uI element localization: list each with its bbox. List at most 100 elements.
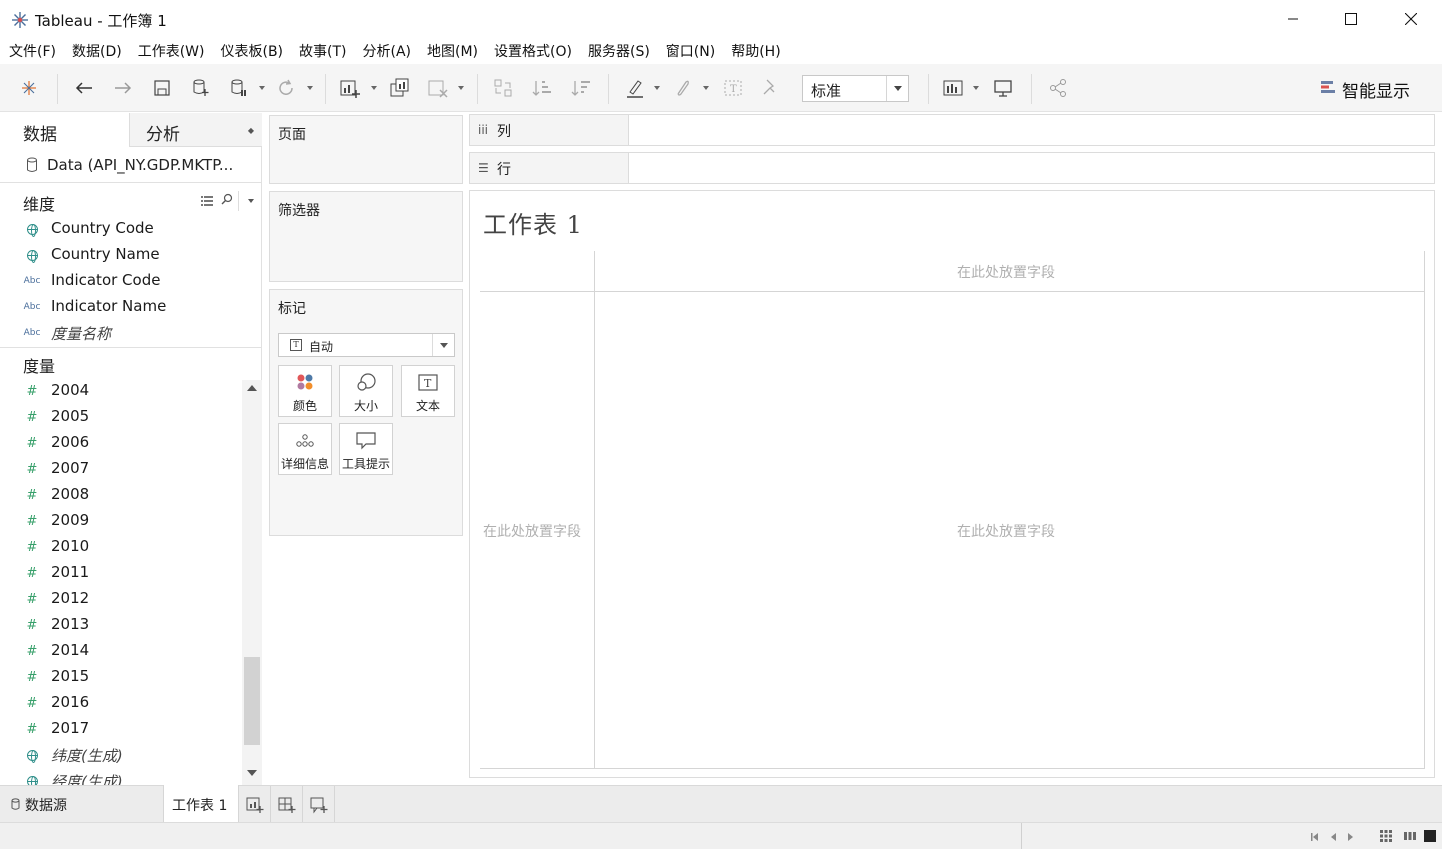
text-mark-icon: T <box>290 339 302 351</box>
rows-shelf-label: ☰ 行 <box>470 153 629 183</box>
sheet-sorter-icon[interactable] <box>1380 830 1392 846</box>
field-item[interactable]: #2004 <box>0 378 240 404</box>
save-icon[interactable] <box>150 76 174 100</box>
field-item[interactable]: #2008 <box>0 482 240 508</box>
menu-data[interactable]: 数据(D) <box>67 41 127 61</box>
menu-file[interactable]: 文件(F) <box>4 41 61 61</box>
tab-datasource[interactable]: 数据源 <box>0 786 164 823</box>
filmstrip-icon[interactable] <box>1404 830 1416 846</box>
measures-scrollbar[interactable] <box>242 380 262 785</box>
field-item[interactable]: #2011 <box>0 560 240 586</box>
sort-ascending-icon[interactable] <box>530 76 554 100</box>
fix-axes-icon[interactable] <box>758 76 782 100</box>
nav-next-icon[interactable] <box>1346 831 1356 846</box>
field-item[interactable]: #2014 <box>0 638 240 664</box>
number-icon: # <box>26 539 38 555</box>
svg-text:T: T <box>730 84 737 95</box>
new-datasource-icon[interactable] <box>189 76 213 100</box>
menu-dashboard[interactable]: 仪表板(B) <box>215 41 288 61</box>
field-name: 经度(生成) <box>51 773 123 785</box>
close-button[interactable] <box>1388 4 1434 34</box>
rows-shelf[interactable]: ☰ 行 <box>469 152 1435 184</box>
menu-map[interactable]: 地图(M) <box>422 41 483 61</box>
field-item[interactable]: #2015 <box>0 664 240 690</box>
show-cards-icon[interactable] <box>942 76 966 100</box>
share-icon[interactable] <box>1046 76 1070 100</box>
marks-card: 标记 T 自动 颜色 大小 T 文本 详细信息 工具提示 <box>269 289 463 536</box>
tableau-home-icon[interactable] <box>17 76 41 100</box>
field-item[interactable]: 经度(生成) <box>0 768 240 785</box>
field-name: 2016 <box>51 693 90 711</box>
scrollbar-thumb[interactable] <box>244 657 260 745</box>
tab-sheet-1[interactable]: 工作表 1 <box>163 785 239 823</box>
field-item[interactable]: #2017 <box>0 716 240 742</box>
undo-icon[interactable] <box>72 76 96 100</box>
new-dashboard-icon <box>278 797 295 813</box>
show-me-button[interactable]: 智能显示 <box>1320 78 1410 102</box>
text-button[interactable]: T 文本 <box>401 365 455 417</box>
color-button[interactable]: 颜色 <box>278 365 332 417</box>
menu-analysis[interactable]: 分析(A) <box>358 41 417 61</box>
menu-window[interactable]: 窗口(N) <box>661 41 720 61</box>
redo-icon[interactable] <box>111 76 135 100</box>
size-button[interactable]: 大小 <box>339 365 393 417</box>
number-icon: # <box>26 565 38 581</box>
drop-zone-columns[interactable]: 在此处放置字段 <box>957 262 1055 282</box>
pause-updates-icon[interactable] <box>227 76 251 100</box>
fit-dropdown[interactable]: 标准 <box>802 75 909 102</box>
presentation-mode-icon[interactable] <box>991 76 1015 100</box>
marks-type-dropdown[interactable]: T 自动 <box>278 333 455 357</box>
drop-zone-rows[interactable]: 在此处放置字段 <box>483 521 581 541</box>
highlight-icon[interactable] <box>623 76 647 100</box>
nav-first-icon[interactable] <box>1310 831 1320 846</box>
new-dashboard-button[interactable] <box>271 786 303 823</box>
chevron-down-icon <box>886 76 908 101</box>
show-labels-icon[interactable]: T <box>721 76 745 100</box>
scroll-up-icon[interactable] <box>247 385 257 391</box>
field-name: 2015 <box>51 667 90 685</box>
menu-format[interactable]: 设置格式(O) <box>489 41 577 61</box>
group-members-icon[interactable] <box>670 76 694 100</box>
sort-descending-icon[interactable] <box>569 76 593 100</box>
minimize-button[interactable] <box>1270 4 1316 34</box>
new-worksheet-button[interactable] <box>239 786 271 823</box>
dimensions-menu-icon[interactable] <box>248 199 254 203</box>
field-item[interactable]: #2006 <box>0 430 240 456</box>
sheet-title[interactable]: 工作表 1 <box>483 205 583 240</box>
svg-text:T: T <box>424 377 432 390</box>
text-label: 文本 <box>415 399 440 413</box>
field-item[interactable]: #2013 <box>0 612 240 638</box>
sheet-tab-bar: 数据源 工作表 1 <box>0 785 1442 823</box>
drop-zone-view[interactable]: 在此处放置字段 <box>957 521 1055 541</box>
scroll-down-icon[interactable] <box>247 770 257 776</box>
pages-shelf[interactable]: 页面 <box>269 115 463 184</box>
field-item[interactable]: #2009 <box>0 508 240 534</box>
duplicate-sheet-icon[interactable] <box>388 76 412 100</box>
menu-bar: 文件(F) 数据(D) 工作表(W) 仪表板(B) 故事(T) 分析(A) 地图… <box>0 38 1442 64</box>
maximize-button[interactable] <box>1328 4 1374 34</box>
field-item[interactable]: #2010 <box>0 534 240 560</box>
tooltip-label: 工具提示 <box>341 457 390 471</box>
clear-sheet-icon[interactable] <box>426 76 450 100</box>
menu-story[interactable]: 故事(T) <box>294 41 351 61</box>
filters-shelf[interactable]: 筛选器 <box>269 191 463 282</box>
menu-worksheet[interactable]: 工作表(W) <box>133 41 210 61</box>
field-item[interactable]: #2016 <box>0 690 240 716</box>
field-item[interactable]: #2005 <box>0 404 240 430</box>
field-item[interactable]: #2007 <box>0 456 240 482</box>
new-worksheet-icon[interactable] <box>338 76 362 100</box>
field-item[interactable]: 纬度(生成) <box>0 742 240 768</box>
swap-rows-columns-icon[interactable] <box>491 76 515 100</box>
columns-shelf[interactable]: iii 列 <box>469 114 1435 146</box>
detail-label: 详细信息 <box>280 457 329 471</box>
refresh-icon[interactable] <box>274 76 298 100</box>
field-item[interactable]: #2012 <box>0 586 240 612</box>
tabs-view-icon[interactable] <box>1424 830 1436 846</box>
nav-prev-icon[interactable] <box>1328 831 1338 846</box>
menu-server[interactable]: 服务器(S) <box>583 41 655 61</box>
tooltip-button[interactable]: 工具提示 <box>339 423 393 475</box>
menu-help[interactable]: 帮助(H) <box>726 41 785 61</box>
detail-button[interactable]: 详细信息 <box>278 423 332 475</box>
filters-title: 筛选器 <box>278 203 320 219</box>
new-story-button[interactable] <box>303 786 335 823</box>
